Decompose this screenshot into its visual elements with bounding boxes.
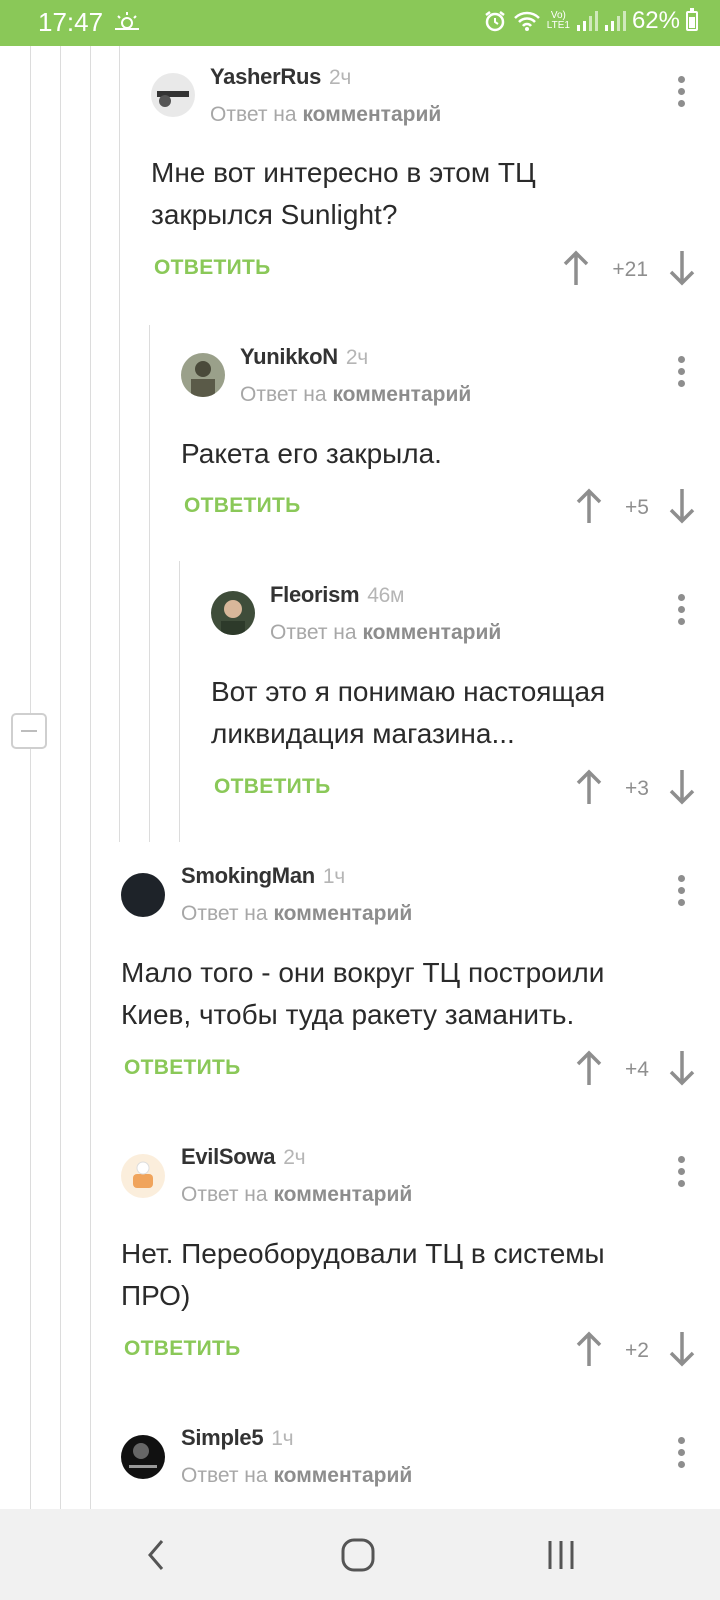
comment-age: 2ч — [345, 346, 368, 369]
comment-age: 2ч — [329, 66, 352, 89]
recents-icon[interactable] — [546, 1537, 576, 1573]
alarm-icon — [485, 11, 505, 32]
more-vertical-icon[interactable] — [676, 76, 686, 108]
reply-to: Ответ на комментарий — [210, 103, 442, 126]
reply-to: Ответ на комментарий — [181, 1183, 413, 1206]
reply-to-link[interactable]: комментарий — [332, 383, 471, 406]
comment-age: 1ч — [322, 865, 345, 888]
comment-text: Ракета его закрыла. — [181, 438, 442, 469]
reply-button[interactable]: ОТВЕТИТЬ — [184, 494, 301, 518]
thread-line — [149, 325, 150, 842]
arrow-down-icon[interactable] — [667, 1050, 697, 1086]
arrow-up-icon[interactable] — [561, 250, 591, 286]
more-vertical-icon[interactable] — [676, 1156, 686, 1188]
reply-to-link[interactable]: комментарий — [273, 1183, 412, 1206]
comment-text: Вот это я понимаю настоящая ликвидация ма… — [211, 676, 606, 749]
wifi-icon — [513, 11, 540, 31]
reply-button[interactable]: ОТВЕТИТЬ — [154, 256, 271, 280]
score: +3 — [625, 777, 649, 800]
author-name[interactable]: YasherRus 2ч — [210, 64, 351, 90]
author-name[interactable]: EvilSowa 2ч — [181, 1144, 306, 1170]
score: +5 — [625, 496, 649, 519]
reply-to-link[interactable]: комментарий — [362, 621, 501, 644]
author-name[interactable]: Fleorism 46м — [270, 582, 405, 608]
weather-icon — [115, 12, 139, 30]
comment-text: Мне вот интересно в этом ТЦ закрылся Sunl… — [151, 157, 536, 230]
score: +4 — [625, 1058, 649, 1081]
thread-line — [119, 46, 120, 842]
score: +2 — [625, 1339, 649, 1362]
avatar[interactable] — [211, 591, 255, 635]
thread-line — [60, 46, 61, 1509]
reply-to: Ответ на комментарий — [181, 1464, 413, 1487]
comment-age: 46м — [367, 584, 405, 607]
author-name[interactable]: YunikkoN 2ч — [240, 344, 368, 370]
status-bar: 17:47 Vo) LTE1 62% — [0, 0, 720, 46]
comment-age: 1ч — [271, 1427, 294, 1450]
signal-icon-2 — [604, 11, 626, 31]
avatar[interactable] — [121, 873, 165, 917]
lte-label: Vo) LTE1 — [546, 10, 570, 31]
thread-line — [30, 46, 31, 1509]
more-vertical-icon[interactable] — [676, 1437, 686, 1469]
avatar[interactable] — [181, 353, 225, 397]
back-icon[interactable] — [144, 1537, 168, 1573]
avatar[interactable] — [121, 1435, 165, 1479]
more-vertical-icon[interactable] — [676, 875, 686, 907]
comment-age: 2ч — [283, 1146, 306, 1169]
reply-to: Ответ на комментарий — [240, 383, 472, 406]
system-nav-bar — [0, 1509, 720, 1600]
more-vertical-icon[interactable] — [676, 356, 686, 388]
reply-to: Ответ на комментарий — [181, 902, 413, 925]
reply-to-link[interactable]: комментарий — [302, 103, 441, 126]
reply-button[interactable]: ОТВЕТИТЬ — [124, 1337, 241, 1361]
collapse-icon[interactable] — [11, 713, 47, 749]
status-time: 17:47 — [38, 7, 104, 37]
arrow-down-icon[interactable] — [667, 488, 697, 524]
thread-line — [90, 46, 91, 1509]
signal-icon — [576, 11, 598, 31]
arrow-down-icon[interactable] — [667, 769, 697, 805]
arrow-down-icon[interactable] — [667, 250, 697, 286]
battery-icon — [686, 8, 698, 31]
author-name[interactable]: SmokingMan 1ч — [181, 863, 345, 889]
comment-text: Мало того - они вокруг ТЦ построили Киев,… — [121, 957, 605, 1030]
home-icon[interactable] — [340, 1537, 376, 1573]
reply-button[interactable]: ОТВЕТИТЬ — [214, 775, 331, 799]
arrow-down-icon[interactable] — [667, 1331, 697, 1367]
more-vertical-icon[interactable] — [676, 594, 686, 626]
reply-button[interactable]: ОТВЕТИТЬ — [124, 1056, 241, 1080]
avatar[interactable] — [121, 1154, 165, 1198]
avatar[interactable] — [151, 73, 195, 117]
reply-to-link[interactable]: комментарий — [273, 902, 412, 925]
battery-percent: 62% — [631, 7, 680, 34]
author-name[interactable]: Simple5 1ч — [181, 1425, 294, 1451]
reply-to: Ответ на комментарий — [270, 621, 502, 644]
comment-text: Нет. Переоборудовали ТЦ в системы ПРО) — [121, 1238, 605, 1311]
score: +21 — [612, 258, 648, 281]
thread-line — [179, 561, 180, 842]
reply-to-link[interactable]: комментарий — [273, 1464, 412, 1487]
